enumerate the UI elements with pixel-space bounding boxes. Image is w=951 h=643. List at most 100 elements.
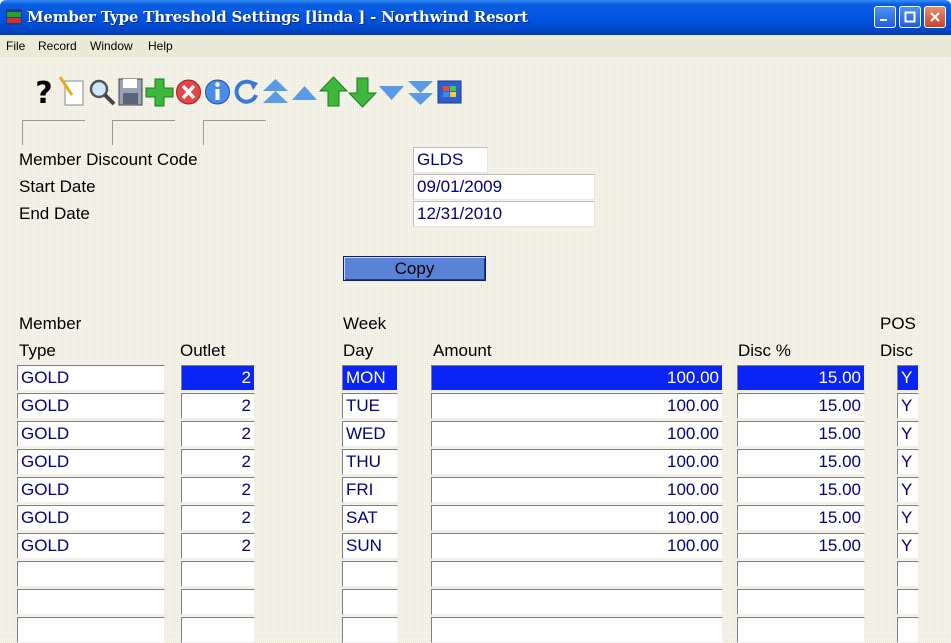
disc-pct-cell[interactable]: 15.00 bbox=[737, 393, 865, 419]
disc-pct-cell[interactable] bbox=[737, 561, 865, 587]
member-discount-code-field[interactable]: GLDS bbox=[413, 147, 488, 173]
amount-cell[interactable] bbox=[431, 561, 723, 587]
delete-icon[interactable] bbox=[174, 73, 203, 111]
pos-disc-cell[interactable]: Y bbox=[897, 533, 919, 559]
pos-disc-cell[interactable]: Y bbox=[897, 449, 919, 475]
pos-disc-header-line2: Disc bbox=[880, 341, 914, 360]
tab-stub bbox=[203, 120, 266, 145]
disc-pct-cell[interactable] bbox=[737, 589, 865, 615]
outlet-cell[interactable] bbox=[181, 561, 255, 587]
amount-cell[interactable] bbox=[431, 617, 723, 643]
pos-disc-header-line1: POS bbox=[880, 314, 916, 333]
end-date-label: End Date bbox=[19, 204, 90, 223]
menu-window[interactable]: Window bbox=[90, 39, 133, 53]
outlet-cell[interactable]: 2 bbox=[181, 449, 255, 475]
search-icon[interactable] bbox=[87, 73, 116, 111]
pos-disc-cell[interactable]: Y bbox=[897, 393, 919, 419]
pos-disc-cell[interactable] bbox=[897, 589, 919, 615]
close-icon[interactable] bbox=[924, 6, 946, 28]
outlet-cell[interactable]: 2 bbox=[181, 477, 255, 503]
end-date-field[interactable]: 12/31/2010 bbox=[413, 201, 595, 227]
down-icon[interactable] bbox=[347, 73, 378, 111]
help-icon[interactable]: ? bbox=[30, 73, 59, 111]
week-day-cell[interactable] bbox=[342, 561, 398, 587]
member-type-cell[interactable]: GOLD bbox=[17, 505, 165, 531]
member-type-cell[interactable]: GOLD bbox=[17, 449, 165, 475]
pos-disc-cell[interactable] bbox=[897, 561, 919, 587]
outlet-cell[interactable]: 2 bbox=[181, 365, 255, 391]
toolbar: ? bbox=[12, 58, 652, 120]
app-icon bbox=[6, 9, 22, 25]
disc-pct-cell[interactable]: 15.00 bbox=[737, 477, 865, 503]
menu-file[interactable]: File bbox=[6, 39, 25, 53]
member-type-cell[interactable] bbox=[17, 589, 165, 615]
disc-pct-cell[interactable]: 15.00 bbox=[737, 421, 865, 447]
member-type-cell[interactable]: GOLD bbox=[17, 533, 165, 559]
first-record-icon[interactable] bbox=[261, 73, 290, 111]
copy-button[interactable]: Copy bbox=[343, 256, 486, 281]
outlet-cell[interactable]: 2 bbox=[181, 393, 255, 419]
member-type-header-line1: Member bbox=[19, 314, 82, 333]
disc-pct-cell[interactable] bbox=[737, 617, 865, 643]
member-type-cell[interactable]: GOLD bbox=[17, 365, 165, 391]
disc-pct-cell[interactable]: 15.00 bbox=[737, 505, 865, 531]
previous-record-icon[interactable] bbox=[290, 73, 319, 111]
windows-icon[interactable] bbox=[435, 73, 464, 111]
week-day-cell[interactable]: SUN bbox=[342, 533, 398, 559]
save-icon[interactable] bbox=[116, 73, 145, 111]
title-bar[interactable]: Member Type Threshold Settings [linda ] … bbox=[0, 0, 951, 35]
member-type-cell[interactable] bbox=[17, 617, 165, 643]
disc-pct-cell[interactable]: 15.00 bbox=[737, 365, 865, 391]
pos-disc-cell[interactable]: Y bbox=[897, 477, 919, 503]
outlet-cell[interactable]: 2 bbox=[181, 533, 255, 559]
amount-cell[interactable] bbox=[431, 589, 723, 615]
maximize-icon[interactable] bbox=[899, 6, 921, 28]
week-day-cell[interactable]: THU bbox=[342, 449, 398, 475]
next-record-icon[interactable] bbox=[377, 73, 406, 111]
outlet-cell[interactable] bbox=[181, 617, 255, 643]
week-day-cell[interactable]: SAT bbox=[342, 505, 398, 531]
outlet-header: Outlet bbox=[180, 341, 226, 360]
start-date-field[interactable]: 09/01/2009 bbox=[413, 174, 595, 200]
member-type-cell[interactable]: GOLD bbox=[17, 393, 165, 419]
amount-cell[interactable]: 100.00 bbox=[431, 505, 723, 531]
amount-cell[interactable]: 100.00 bbox=[431, 449, 723, 475]
amount-cell[interactable]: 100.00 bbox=[431, 393, 723, 419]
pos-disc-cell[interactable]: Y bbox=[897, 505, 919, 531]
amount-cell[interactable]: 100.00 bbox=[431, 421, 723, 447]
outlet-cell[interactable]: 2 bbox=[181, 421, 255, 447]
disc-pct-cell[interactable]: 15.00 bbox=[737, 533, 865, 559]
new-record-icon[interactable] bbox=[58, 73, 87, 111]
menu-help[interactable]: Help bbox=[148, 39, 173, 53]
week-day-cell[interactable] bbox=[342, 617, 398, 643]
week-day-cell[interactable]: TUE bbox=[342, 393, 398, 419]
tab-stub bbox=[22, 120, 85, 145]
menu-record[interactable]: Record bbox=[38, 39, 77, 53]
amount-cell[interactable]: 100.00 bbox=[431, 477, 723, 503]
amount-cell[interactable]: 100.00 bbox=[431, 365, 723, 391]
week-day-cell[interactable] bbox=[342, 589, 398, 615]
last-record-icon[interactable] bbox=[406, 73, 435, 111]
week-day-cell[interactable]: FRI bbox=[342, 477, 398, 503]
up-icon[interactable] bbox=[318, 73, 349, 111]
tab-stub bbox=[112, 120, 175, 145]
member-type-header-line2: Type bbox=[19, 341, 56, 360]
minimize-icon[interactable] bbox=[874, 6, 896, 28]
pos-disc-cell[interactable] bbox=[897, 617, 919, 643]
member-type-cell[interactable]: GOLD bbox=[17, 477, 165, 503]
outlet-cell[interactable]: 2 bbox=[181, 505, 255, 531]
week-day-cell[interactable]: MON bbox=[342, 365, 398, 391]
window-title: Member Type Threshold Settings [linda ] … bbox=[27, 8, 528, 26]
amount-cell[interactable]: 100.00 bbox=[431, 533, 723, 559]
disc-pct-cell[interactable]: 15.00 bbox=[737, 449, 865, 475]
member-type-cell[interactable] bbox=[17, 561, 165, 587]
member-type-cell[interactable]: GOLD bbox=[17, 421, 165, 447]
add-icon[interactable] bbox=[145, 73, 174, 111]
week-day-header-line2: Day bbox=[343, 341, 374, 360]
week-day-cell[interactable]: WED bbox=[342, 421, 398, 447]
pos-disc-cell[interactable]: Y bbox=[897, 421, 919, 447]
refresh-icon[interactable] bbox=[232, 73, 261, 111]
outlet-cell[interactable] bbox=[181, 589, 255, 615]
info-icon[interactable] bbox=[203, 73, 232, 111]
pos-disc-cell[interactable]: Y bbox=[897, 365, 919, 391]
